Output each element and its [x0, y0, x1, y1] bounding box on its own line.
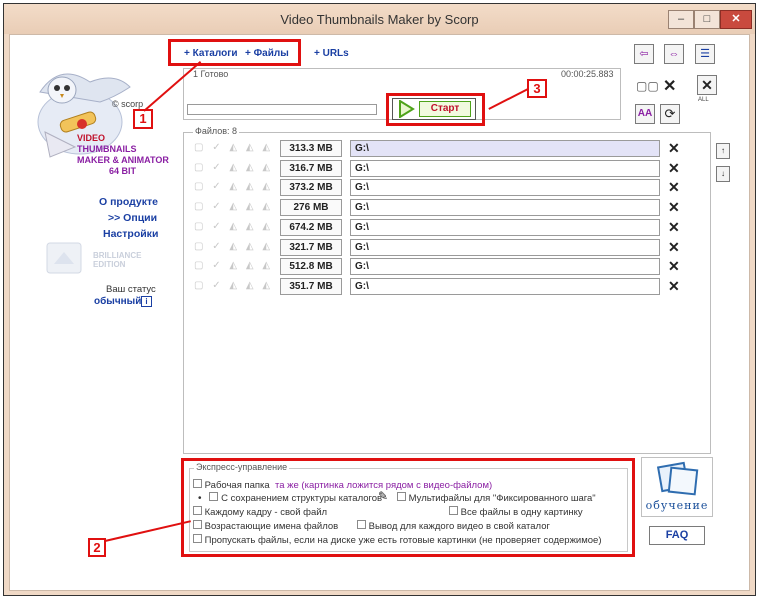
- file-size-cell: 351.7 MB: [280, 278, 342, 295]
- close-button[interactable]: ✕: [720, 10, 752, 29]
- elapsed-time: 00:00:25.883: [561, 69, 614, 79]
- delete-all-icon[interactable]: ✕: [697, 75, 717, 95]
- product-name: VIDEO THUMBNAILS MAKER & ANIMATOR 64 BIT: [77, 133, 169, 177]
- status-label: Ваш статус: [106, 284, 156, 295]
- row-delete-icon[interactable]: ✕: [668, 160, 680, 177]
- row-status-icons: ▢ ✓ ◭ ◭ ◭: [194, 181, 274, 192]
- delete-selected-icon[interactable]: ✕: [663, 76, 676, 96]
- list-view-icon[interactable]: ☰: [695, 44, 715, 64]
- annotation-label-3: 3: [527, 79, 547, 98]
- clear-selection-icon[interactable]: ▢▢: [636, 79, 659, 93]
- title-bar[interactable]: Video Thumbnails Maker by Scorp – □ ✕: [4, 4, 755, 34]
- file-path-cell[interactable]: G:\: [350, 258, 660, 275]
- file-path-cell[interactable]: G:\: [350, 278, 660, 295]
- swap-icon[interactable]: ⇔: [664, 44, 684, 64]
- file-size-cell: 512.8 MB: [280, 258, 342, 275]
- annotation-box-3: [386, 93, 485, 126]
- annotation-box-2: [181, 458, 635, 557]
- edition-label: BRILLIANCE EDITION: [93, 251, 141, 269]
- annotation-box-1: [168, 39, 301, 66]
- window-title: Video Thumbnails Maker by Scorp: [280, 12, 479, 27]
- edition-line2: EDITION: [93, 260, 126, 269]
- row-status-icons: ▢ ✓ ◭ ◭ ◭: [194, 142, 274, 153]
- file-count: Файлов: 8: [193, 126, 240, 136]
- menu-settings-link[interactable]: Настройки: [103, 228, 158, 240]
- progress-status-text: 1 Готово: [193, 69, 229, 79]
- row-delete-icon[interactable]: ✕: [668, 140, 680, 157]
- row-delete-icon[interactable]: ✕: [668, 179, 680, 196]
- product-name-line2: THUMBNAILS: [77, 144, 137, 154]
- file-size-cell: 321.7 MB: [280, 239, 342, 256]
- menu-about-link[interactable]: О продукте: [99, 196, 158, 208]
- progress-bar: [187, 104, 377, 115]
- status-value: обычный: [94, 296, 142, 307]
- edition-badge-icon: [46, 242, 82, 274]
- file-path-cell[interactable]: G:\: [350, 140, 660, 157]
- file-path-cell[interactable]: G:\: [350, 219, 660, 236]
- row-delete-icon[interactable]: ✕: [668, 239, 680, 256]
- file-size-cell: 373.2 MB: [280, 179, 342, 196]
- training-button[interactable]: обучение: [641, 457, 713, 517]
- refresh-icon[interactable]: ⟳: [660, 104, 680, 124]
- status-info-icon[interactable]: i: [141, 296, 152, 307]
- file-size-cell: 276 MB: [280, 199, 342, 216]
- maximize-button[interactable]: □: [694, 10, 720, 29]
- file-path-cell[interactable]: G:\: [350, 160, 660, 177]
- move-left-icon[interactable]: ⇦: [634, 44, 654, 64]
- copyright-text: © scorp: [112, 99, 144, 109]
- product-name-line3b: ANIMATOR: [121, 155, 169, 165]
- file-path-cell[interactable]: G:\: [350, 239, 660, 256]
- row-status-icons: ▢ ✓ ◭ ◭ ◭: [194, 201, 274, 212]
- row-status-icons: ▢ ✓ ◭ ◭ ◭: [194, 280, 274, 291]
- annotation-label-1: 1: [133, 109, 153, 129]
- row-delete-icon[interactable]: ✕: [668, 278, 680, 295]
- row-delete-icon[interactable]: ✕: [668, 199, 680, 216]
- training-icon: [656, 461, 699, 496]
- faq-button[interactable]: FAQ: [649, 526, 705, 545]
- edition-line1: BRILLIANCE: [93, 251, 142, 260]
- training-label: обучение: [645, 499, 709, 512]
- row-status-icons: ▢ ✓ ◭ ◭ ◭: [194, 260, 274, 271]
- move-down-icon[interactable]: ↓: [716, 166, 730, 182]
- file-size-cell: 674.2 MB: [280, 219, 342, 236]
- file-size-cell: 316.7 MB: [280, 160, 342, 177]
- file-path-cell[interactable]: G:\: [350, 179, 660, 196]
- product-name-line1: VIDEO: [77, 133, 106, 143]
- file-path-cell[interactable]: G:\: [350, 199, 660, 216]
- row-status-icons: ▢ ✓ ◭ ◭ ◭: [194, 241, 274, 252]
- row-status-icons: ▢ ✓ ◭ ◭ ◭: [194, 162, 274, 173]
- move-up-icon[interactable]: ↑: [716, 143, 730, 159]
- menu-options-link[interactable]: >> Опции: [108, 212, 157, 224]
- file-size-cell: 313.3 MB: [280, 140, 342, 157]
- product-name-line3a: MAKER &: [77, 155, 122, 165]
- minimize-button[interactable]: –: [668, 10, 694, 29]
- all-label: ALL: [698, 97, 709, 103]
- row-delete-icon[interactable]: ✕: [668, 258, 680, 275]
- row-delete-icon[interactable]: ✕: [668, 219, 680, 236]
- font-settings-icon[interactable]: AA: [635, 104, 655, 124]
- tab-urls[interactable]: + URLs: [314, 48, 349, 59]
- product-bits: 64 BIT: [109, 166, 137, 176]
- row-status-icons: ▢ ✓ ◭ ◭ ◭: [194, 221, 274, 232]
- annotation-label-2: 2: [88, 538, 106, 557]
